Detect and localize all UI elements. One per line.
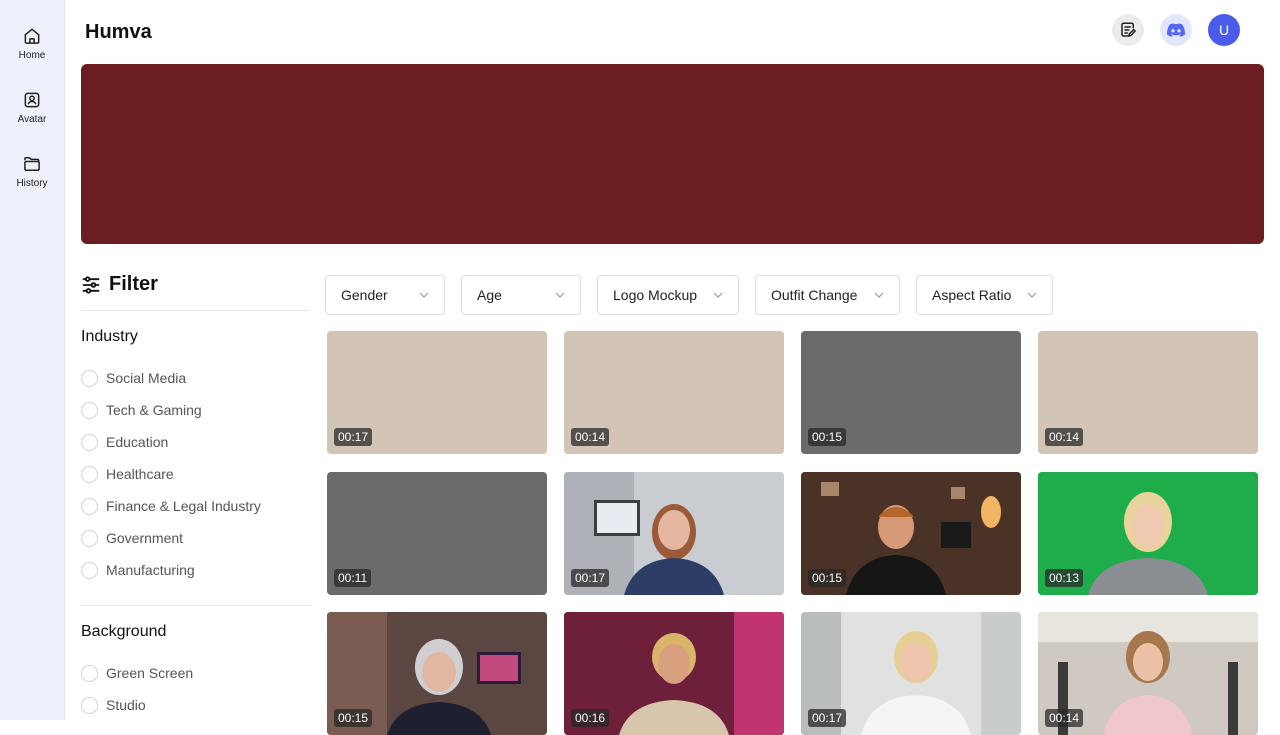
video-card[interactable]: 00:14 <box>1038 612 1258 735</box>
video-card[interactable]: 00:16 <box>564 612 784 735</box>
video-card[interactable]: 00:11 <box>327 472 547 595</box>
option-label: Green Screen <box>106 665 194 681</box>
duration-badge: 00:14 <box>1045 428 1084 446</box>
dropdown-label: Outfit Change <box>771 287 858 303</box>
duration-badge: 00:16 <box>571 709 610 727</box>
option-label: Social Media <box>106 370 187 386</box>
sidebar-item-label: Avatar <box>17 114 47 125</box>
divider <box>81 310 310 311</box>
radio-button[interactable] <box>81 465 98 483</box>
video-card[interactable]: 00:15 <box>801 472 1021 595</box>
industry-option[interactable]: Government <box>81 528 183 548</box>
video-card[interactable]: 00:13 <box>1038 472 1258 595</box>
filter-title: Filter <box>109 273 158 295</box>
industry-heading: Industry <box>81 328 138 345</box>
option-label: Tech & Gaming <box>106 402 202 418</box>
duration-badge: 00:15 <box>808 569 847 587</box>
folder-icon <box>24 157 40 171</box>
industry-option[interactable]: Tech & Gaming <box>81 400 202 420</box>
radio-button[interactable] <box>81 497 98 515</box>
sidebar-item-avatar[interactable]: Avatar <box>0 90 64 140</box>
user-avatar[interactable]: U <box>1208 14 1240 46</box>
outfit-change-dropdown[interactable]: Outfit Change <box>755 275 900 315</box>
aspect-ratio-dropdown[interactable]: Aspect Ratio <box>916 275 1053 315</box>
video-card[interactable]: 00:17 <box>327 331 547 454</box>
industry-option[interactable]: Education <box>81 432 168 452</box>
age-dropdown[interactable]: Age <box>461 275 581 315</box>
radio-button[interactable] <box>81 529 98 547</box>
discord-button[interactable] <box>1160 14 1192 46</box>
radio-button[interactable] <box>81 401 98 419</box>
duration-badge: 00:15 <box>808 428 847 446</box>
dropdown-label: Gender <box>341 287 388 303</box>
sliders-icon <box>82 275 100 294</box>
video-card[interactable]: 00:14 <box>1038 331 1258 454</box>
duration-badge: 00:13 <box>1045 569 1084 587</box>
chevron-down-icon <box>713 292 723 298</box>
gender-dropdown[interactable]: Gender <box>325 275 445 315</box>
chevron-down-icon <box>419 292 429 298</box>
duration-badge: 00:11 <box>334 569 372 587</box>
duration-badge: 00:17 <box>334 428 373 446</box>
duration-badge: 00:15 <box>334 709 373 727</box>
duration-badge: 00:17 <box>808 709 847 727</box>
duration-badge: 00:17 <box>571 569 610 587</box>
dropdown-label: Aspect Ratio <box>932 287 1012 303</box>
video-card[interactable]: 00:17 <box>564 472 784 595</box>
background-heading: Background <box>81 623 167 640</box>
option-label: Education <box>106 434 169 450</box>
duration-badge: 00:14 <box>571 428 610 446</box>
industry-option[interactable]: Healthcare <box>81 464 174 484</box>
notes-icon <box>1121 22 1136 37</box>
industry-option[interactable]: Social Media <box>81 368 186 388</box>
sidebar-item-label: Home <box>18 50 46 61</box>
filter-header: Filter <box>81 273 158 296</box>
dropdown-label: Logo Mockup <box>613 287 698 303</box>
radio-button[interactable] <box>81 369 98 387</box>
video-card[interactable]: 00:15 <box>801 331 1021 454</box>
chevron-down-icon <box>555 292 565 298</box>
video-card[interactable]: 00:17 <box>801 612 1021 735</box>
industry-option[interactable]: Manufacturing <box>81 560 195 580</box>
video-card[interactable]: 00:15 <box>327 612 547 735</box>
home-icon <box>24 28 40 44</box>
option-label: Government <box>106 530 184 546</box>
radio-button[interactable] <box>81 561 98 579</box>
sidebar: Home Avatar History <box>0 0 65 720</box>
dropdown-label: Age <box>477 287 502 303</box>
divider <box>81 605 310 606</box>
discord-icon <box>1167 23 1185 37</box>
option-label: Manufacturing <box>106 562 195 578</box>
sidebar-item-label: History <box>16 178 48 189</box>
user-initial: U <box>1218 22 1230 38</box>
logo-mockup-dropdown[interactable]: Logo Mockup <box>597 275 739 315</box>
chevron-down-icon <box>1027 292 1037 298</box>
hero-banner[interactable] <box>81 64 1264 244</box>
background-option[interactable]: Studio <box>81 695 146 715</box>
sidebar-item-home[interactable]: Home <box>0 26 64 76</box>
duration-badge: 00:14 <box>1045 709 1084 727</box>
sidebar-item-history[interactable]: History <box>0 154 64 204</box>
radio-button[interactable] <box>81 433 98 451</box>
notes-button[interactable] <box>1112 14 1144 46</box>
video-card[interactable]: 00:14 <box>564 331 784 454</box>
radio-button[interactable] <box>81 696 98 714</box>
radio-button[interactable] <box>81 664 98 682</box>
avatar-icon <box>24 92 40 108</box>
industry-option[interactable]: Finance & Legal Industry <box>81 496 261 516</box>
background-option[interactable]: Green Screen <box>81 663 193 683</box>
option-label: Studio <box>106 697 146 713</box>
option-label: Healthcare <box>106 466 174 482</box>
chevron-down-icon <box>874 292 884 298</box>
option-label: Finance & Legal Industry <box>106 498 261 514</box>
app-title[interactable]: Humva <box>85 21 152 44</box>
